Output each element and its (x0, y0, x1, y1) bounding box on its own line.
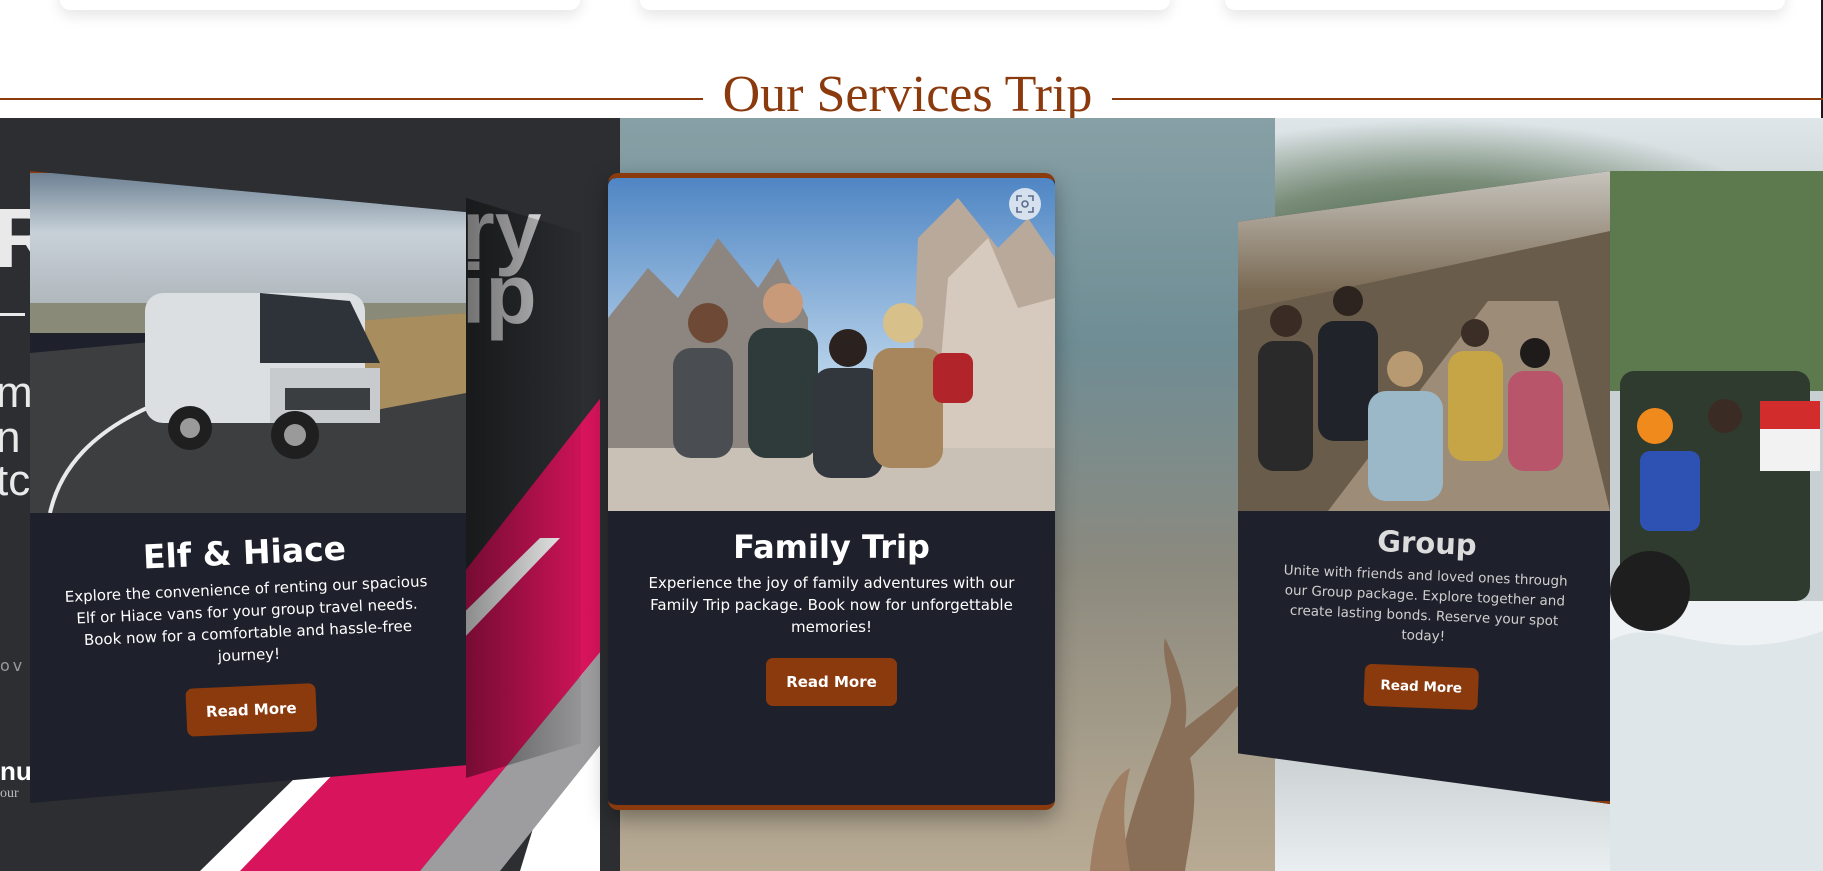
section-title: Our Services Trip (722, 66, 1093, 123)
read-more-button[interactable]: Read More (1363, 663, 1479, 711)
top-card-strip (0, 0, 1823, 30)
top-card-1 (60, 0, 580, 10)
family-mountain-photo (608, 178, 1055, 511)
brand-text-line-1: m (0, 368, 33, 417)
brand-logo-text: nu (0, 756, 32, 786)
service-card-family-trip[interactable]: Family Trip Experience the joy of family… (608, 173, 1055, 810)
read-more-button[interactable]: Read More (766, 658, 897, 706)
van-photo (30, 173, 466, 513)
card-title: Family Trip (733, 528, 930, 566)
read-more-button[interactable]: Read More (185, 683, 318, 737)
card-left-side-shadow (466, 198, 581, 778)
brand-text-line-3: tc (0, 456, 31, 505)
card-body-family-trip: Family Trip Experience the joy of family… (608, 528, 1055, 706)
header-rule-left (0, 98, 703, 100)
top-card-2 (640, 0, 1170, 10)
brand-rule (0, 313, 25, 316)
card-description: Experience the joy of family adventures … (648, 574, 1015, 636)
card-body-elf-hiace: Elf & Hiace Explore the convenience of r… (30, 524, 466, 744)
card-description: Explore the convenience of renting our s… (64, 572, 428, 666)
van-image-icon (30, 173, 466, 513)
top-card-3 (1225, 0, 1785, 10)
services-carousel: R ry ip m n tc ov nu our (0, 118, 1823, 871)
image-scan-icon[interactable] (1009, 188, 1041, 220)
service-card-elf-hiace[interactable]: Elf & Hiace Explore the convenience of r… (30, 171, 466, 803)
jeep-river-image (1610, 171, 1823, 871)
service-card-group[interactable]: Group Unite with friends and loved ones … (1238, 171, 1610, 804)
section-header: Our Services Trip (0, 28, 1823, 123)
family-image-icon (608, 178, 1055, 511)
header-rule-right (1112, 98, 1823, 100)
group-hiking-photo (1238, 171, 1610, 511)
group-image-icon (1238, 171, 1610, 511)
brand-dots-text: ov (0, 656, 26, 675)
brand-logo-subtext: our (0, 786, 19, 801)
card-description: Unite with friends and loved ones throug… (1283, 562, 1568, 645)
card-body-group: Group Unite with friends and loved ones … (1238, 519, 1610, 716)
